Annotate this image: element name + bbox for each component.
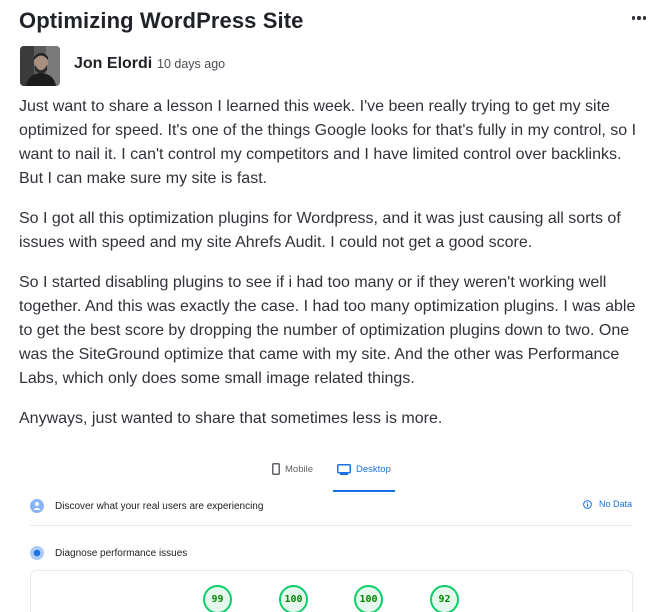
avatar-photo [20, 46, 60, 86]
no-data-label: No Data [598, 499, 632, 509]
diagnose-row: Diagnose performance issues [30, 545, 632, 561]
post-title: Optimizing WordPress Site [19, 8, 304, 33]
author-avatar[interactable] [20, 46, 60, 86]
discover-row: Discover what your real users are experi… [30, 498, 632, 514]
performance-score-gauge: 99 [203, 585, 232, 612]
mobile-icon [272, 463, 280, 475]
more-dot [642, 16, 647, 20]
more-horizontal-icon [631, 16, 636, 20]
post-timestamp: 10 days ago [157, 57, 226, 71]
post-paragraph: Just want to share a lesson I learned th… [19, 98, 637, 187]
best-practices-score-gauge: 100 [354, 585, 383, 612]
accessibility-score-gauge: 100 [279, 585, 308, 612]
users-icon [30, 499, 44, 513]
more-dot [637, 16, 641, 20]
tab-mobile-label: Mobile [285, 463, 313, 475]
device-tabs: Mobile Desktop [270, 460, 395, 492]
info-icon [583, 499, 592, 509]
section-divider [30, 525, 632, 526]
scores-panel: 99 100 100 92 [30, 570, 633, 612]
post-paragraph: So I got all this optimization plugins f… [19, 210, 621, 251]
tab-desktop-label: Desktop [356, 463, 391, 475]
diagnose-text: Diagnose performance issues [55, 547, 188, 559]
post-paragraph: So I started disabling plugins to see if… [19, 274, 636, 387]
gauge-icon [30, 546, 44, 560]
desktop-icon [337, 463, 351, 475]
tab-mobile[interactable]: Mobile [270, 460, 315, 478]
more-options-button[interactable] [629, 10, 649, 26]
seo-score-gauge: 92 [430, 585, 459, 612]
post-body: Just want to share a lesson I learned th… [19, 95, 649, 447]
post-paragraph: Anyways, just wanted to share that somet… [19, 410, 443, 427]
no-data-link[interactable]: No Data [583, 499, 632, 509]
author-name[interactable]: Jon Elordi [74, 55, 152, 73]
pagespeed-screenshot: Mobile Desktop Discover what your real u… [0, 448, 664, 612]
tab-desktop[interactable]: Desktop [333, 460, 395, 492]
discover-text: Discover what your real users are experi… [55, 500, 264, 512]
